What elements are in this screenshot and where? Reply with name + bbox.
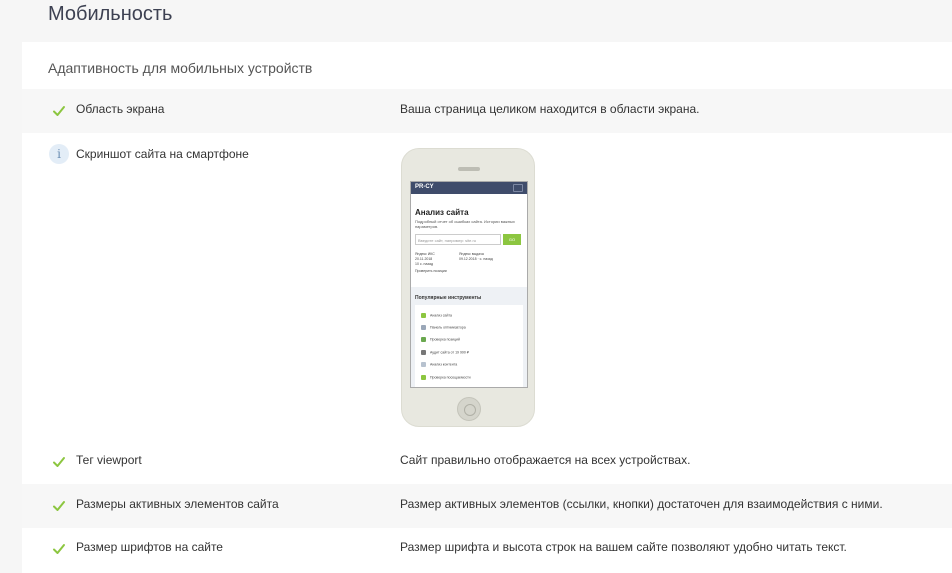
check-label: Область экрана [76, 102, 165, 116]
menu-icon [513, 184, 523, 192]
site-title: Анализ сайта [415, 208, 469, 217]
site-popular-tools: Популярные инструменты Анализ сайта Пане… [411, 287, 527, 387]
site-stat-serp: Яндекс выдача 09.12.2018 · с. назад [459, 252, 493, 261]
check-label: Размер шрифтов на сайте [76, 540, 223, 554]
popular-tools-list: Анализ сайта Панель оптимизатора Проверк… [415, 305, 523, 387]
phone-home-button [457, 397, 481, 421]
check-row-font-size: Размер шрифтов на сайте Размер шрифта и … [22, 527, 952, 571]
tool-icon [421, 313, 426, 318]
check-value: Размер шрифта и высота строк на вашем са… [400, 540, 847, 554]
phone-screen: PR-CY Анализ сайта Подробный отчет об ош… [410, 181, 528, 388]
check-row-tap-targets: Размеры активных элементов сайта Размер … [22, 484, 952, 528]
tool-item: Проверка позиций [421, 337, 460, 342]
check-icon [52, 499, 66, 513]
tool-icon [421, 325, 426, 330]
section-title: Адаптивность для мобильных устройств [48, 60, 313, 76]
site-header: PR-CY [411, 182, 527, 194]
tool-icon [421, 337, 426, 342]
check-icon [52, 104, 66, 118]
tool-icon [421, 362, 426, 367]
check-value: Размер активных элементов (ссылки, кнопк… [400, 497, 883, 511]
site-logo: PR-CY [415, 184, 434, 190]
tool-icon [421, 375, 426, 380]
page-title: Мобильность [48, 3, 173, 25]
check-icon [52, 542, 66, 556]
tool-item: Анализ сайта [421, 313, 452, 318]
site-go-button: GO [503, 234, 521, 245]
check-icon [52, 455, 66, 469]
check-value: Сайт правильно отображается на всех устр… [400, 453, 691, 467]
site-search-input: Введите сайт, например: site.ru [415, 234, 501, 245]
screenshot-label: Скриншот сайта на смартфоне [76, 147, 249, 161]
site-stat-iks: Яндекс ИКС 20.11.2018 10 с. назад [415, 252, 435, 266]
mobility-card: Адаптивность для мобильных устройств Обл… [22, 42, 952, 573]
check-row-viewport: Тег viewport Сайт правильно отображается… [22, 440, 952, 484]
popular-tools-title: Популярные инструменты [415, 295, 482, 301]
info-icon: i [49, 144, 69, 164]
check-label: Размеры активных элементов сайта [76, 497, 279, 511]
check-row-screen-area: Область экрана Ваша страница целиком нах… [22, 89, 952, 133]
check-label: Тег viewport [76, 453, 142, 467]
check-value: Ваша страница целиком находится в област… [400, 102, 700, 116]
smartphone-screenshot: PR-CY Анализ сайта Подробный отчет об ош… [401, 148, 535, 427]
site-check-positions-link: Проверить позиции [415, 269, 447, 273]
tool-item: Аудит сайта от 19 990 ₽ [421, 350, 469, 355]
phone-speaker [458, 167, 480, 171]
site-subtitle: Подробный отчет об ошибках сайта. Истори… [415, 219, 515, 229]
tool-icon [421, 350, 426, 355]
tool-item: Панель оптимизатора [421, 325, 466, 330]
tool-item: Анализ контента [421, 362, 457, 367]
tool-item: Проверка посещаемости [421, 375, 471, 380]
